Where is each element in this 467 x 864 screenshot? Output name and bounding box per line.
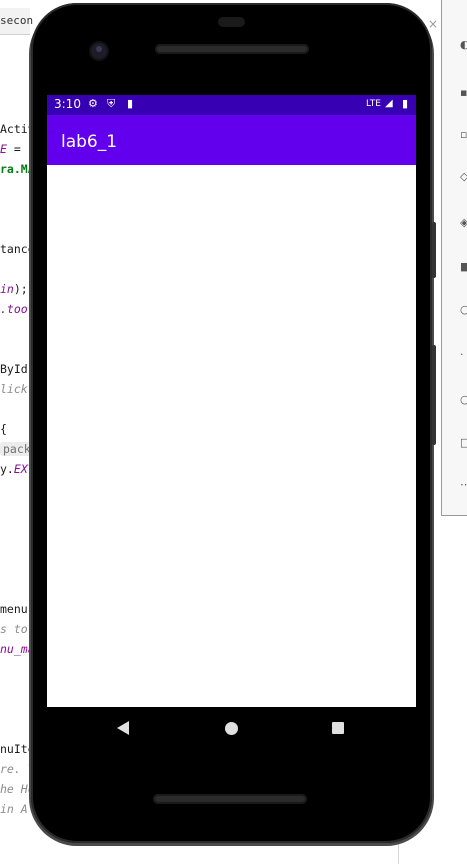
home-icon[interactable]: ○ xyxy=(460,394,467,405)
app-content[interactable] xyxy=(47,165,416,707)
nav-home-icon[interactable] xyxy=(225,722,238,735)
code-token: E xyxy=(0,142,7,156)
earpiece-speaker xyxy=(155,44,309,54)
sd-card-icon: ▮ xyxy=(127,97,134,110)
code-token: menu xyxy=(0,602,28,616)
emulator-screen[interactable]: 3:10 ⚙ ⛨ ▮ LTE ◢ ▮ lab6_1 xyxy=(47,95,416,755)
more-icon[interactable]: ⋯ xyxy=(460,479,467,490)
battery-icon: ▮ xyxy=(402,97,409,110)
nav-recents-icon[interactable] xyxy=(332,722,344,734)
shield-icon: ⛨ xyxy=(107,97,116,110)
code-line: in); xyxy=(0,282,28,296)
back-icon[interactable]: · xyxy=(460,349,467,360)
power-icon[interactable]: ◐ xyxy=(460,39,467,50)
signal-icon: ◢ xyxy=(385,98,393,109)
camera-lens xyxy=(96,46,102,52)
code-token: lick xyxy=(0,382,28,396)
close-icon[interactable]: × xyxy=(428,17,438,31)
network-type: LTE xyxy=(366,99,381,109)
code-token: ); xyxy=(13,282,28,296)
settings-gear-icon: ⚙ xyxy=(88,97,98,110)
code-line: in A xyxy=(0,802,28,816)
code-token: in xyxy=(0,282,14,296)
zoom-icon[interactable]: ○ xyxy=(460,304,467,315)
rotate-right-icon[interactable]: ◈ xyxy=(460,217,467,228)
code-line: lick xyxy=(0,382,28,396)
code-line: { xyxy=(0,422,7,436)
app-title: lab6_1 xyxy=(61,132,118,152)
volume-down-icon[interactable]: ▫ xyxy=(460,129,467,140)
emulator-tool-panel: ◐ ▪ ▫ ◇ ◈ ■ ○ · ○ □ ⋯ xyxy=(441,0,467,516)
rotate-left-icon[interactable]: ◇ xyxy=(460,171,467,182)
code-line: E = xyxy=(0,142,21,156)
screenshot-icon[interactable]: ■ xyxy=(460,261,467,272)
phone-volume-button xyxy=(432,345,436,445)
volume-up-icon[interactable]: ▪ xyxy=(460,87,467,98)
status-time: 3:10 xyxy=(54,97,81,111)
bottom-speaker xyxy=(153,794,307,804)
code-token: y. xyxy=(0,462,14,476)
code-line: menu xyxy=(0,602,28,616)
code-token: { xyxy=(0,422,7,436)
overview-icon[interactable]: □ xyxy=(460,437,467,448)
code-line: s to xyxy=(0,622,28,636)
nav-back-icon[interactable] xyxy=(117,721,129,735)
phone-power-button xyxy=(432,222,436,278)
code-token: = xyxy=(6,142,21,156)
editor-tab-label[interactable]: secon xyxy=(0,14,33,27)
code-token: s to xyxy=(0,622,28,636)
status-bar: 3:10 ⚙ ⛨ ▮ LTE ◢ ▮ xyxy=(47,95,416,115)
proximity-sensor xyxy=(218,17,245,27)
code-token: in A xyxy=(0,802,28,816)
